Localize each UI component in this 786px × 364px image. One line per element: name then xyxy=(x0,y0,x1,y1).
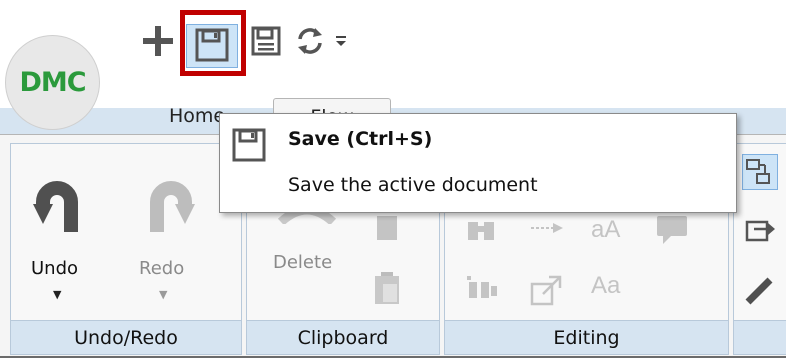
flow-step-button[interactable] xyxy=(742,154,778,190)
tooltip-title: Save (Ctrl+S) xyxy=(288,128,433,150)
ribbon-group-partial xyxy=(733,143,786,355)
save-button[interactable] xyxy=(186,22,238,68)
delete-button[interactable]: Delete xyxy=(257,204,357,314)
paste-button[interactable] xyxy=(373,270,405,310)
flow-jump-button[interactable] xyxy=(744,214,778,248)
copy-button[interactable] xyxy=(375,214,405,248)
undo-label: Undo xyxy=(31,258,79,279)
plus-icon xyxy=(143,26,173,56)
copy-icon xyxy=(377,216,397,240)
refresh-icon xyxy=(298,28,322,54)
new-button[interactable] xyxy=(136,18,180,64)
find-all-icon xyxy=(467,276,497,298)
flow-step-icon xyxy=(746,159,770,184)
undo-dropdown-icon[interactable]: ▼ xyxy=(53,288,61,301)
replace-icon xyxy=(531,223,563,233)
refresh-button[interactable] xyxy=(290,18,330,64)
customize-qat-button[interactable] xyxy=(332,18,350,64)
redo-button[interactable]: Redo ▼ xyxy=(129,158,207,308)
pencil-button[interactable] xyxy=(744,274,778,308)
flow-jump-icon xyxy=(745,220,775,242)
redo-dropdown-icon[interactable]: ▼ xyxy=(159,288,167,301)
ribbon-group-undo-redo: Undo ▼ Redo ▼ Undo/Redo xyxy=(10,143,242,355)
find-button[interactable] xyxy=(465,216,499,246)
font-size-icon: aA xyxy=(591,216,621,243)
tab-home-label: Home xyxy=(168,105,226,127)
group-label-editing: Editing xyxy=(445,320,728,354)
group-label-undo-redo: Undo/Redo xyxy=(11,320,241,354)
redo-icon xyxy=(150,181,195,232)
tooltip-description: Save the active document xyxy=(288,174,538,196)
comment-button[interactable] xyxy=(655,216,695,250)
customize-dropdown-icon xyxy=(336,36,346,46)
redo-label: Redo xyxy=(139,258,185,279)
save-as-icon xyxy=(251,26,281,56)
pencil-icon xyxy=(745,277,773,305)
comment-icon xyxy=(657,216,687,244)
app-logo-text: DMC xyxy=(19,67,86,98)
save-tooltip: Save (Ctrl+S) Save the active document xyxy=(219,113,737,213)
replace-button[interactable] xyxy=(529,220,569,240)
app-logo[interactable]: DMC xyxy=(5,35,100,130)
save-as-button[interactable] xyxy=(246,18,286,64)
delete-label: Delete xyxy=(273,252,333,273)
paste-icon xyxy=(375,272,399,304)
group-label-clipboard: Clipboard xyxy=(247,320,439,354)
change-case-icon: Aa xyxy=(591,272,621,299)
save-icon xyxy=(232,128,266,162)
expand-button[interactable] xyxy=(529,274,569,308)
save-icon xyxy=(195,28,229,62)
undo-icon xyxy=(33,181,78,232)
change-case-button[interactable]: Aa xyxy=(591,272,631,306)
find-all-button[interactable] xyxy=(465,274,505,308)
expand-icon xyxy=(530,275,562,306)
undo-button[interactable]: Undo ▼ xyxy=(23,158,101,308)
find-icon xyxy=(468,222,494,240)
font-size-button[interactable]: aA xyxy=(591,216,631,250)
group-label-partial xyxy=(734,320,786,354)
